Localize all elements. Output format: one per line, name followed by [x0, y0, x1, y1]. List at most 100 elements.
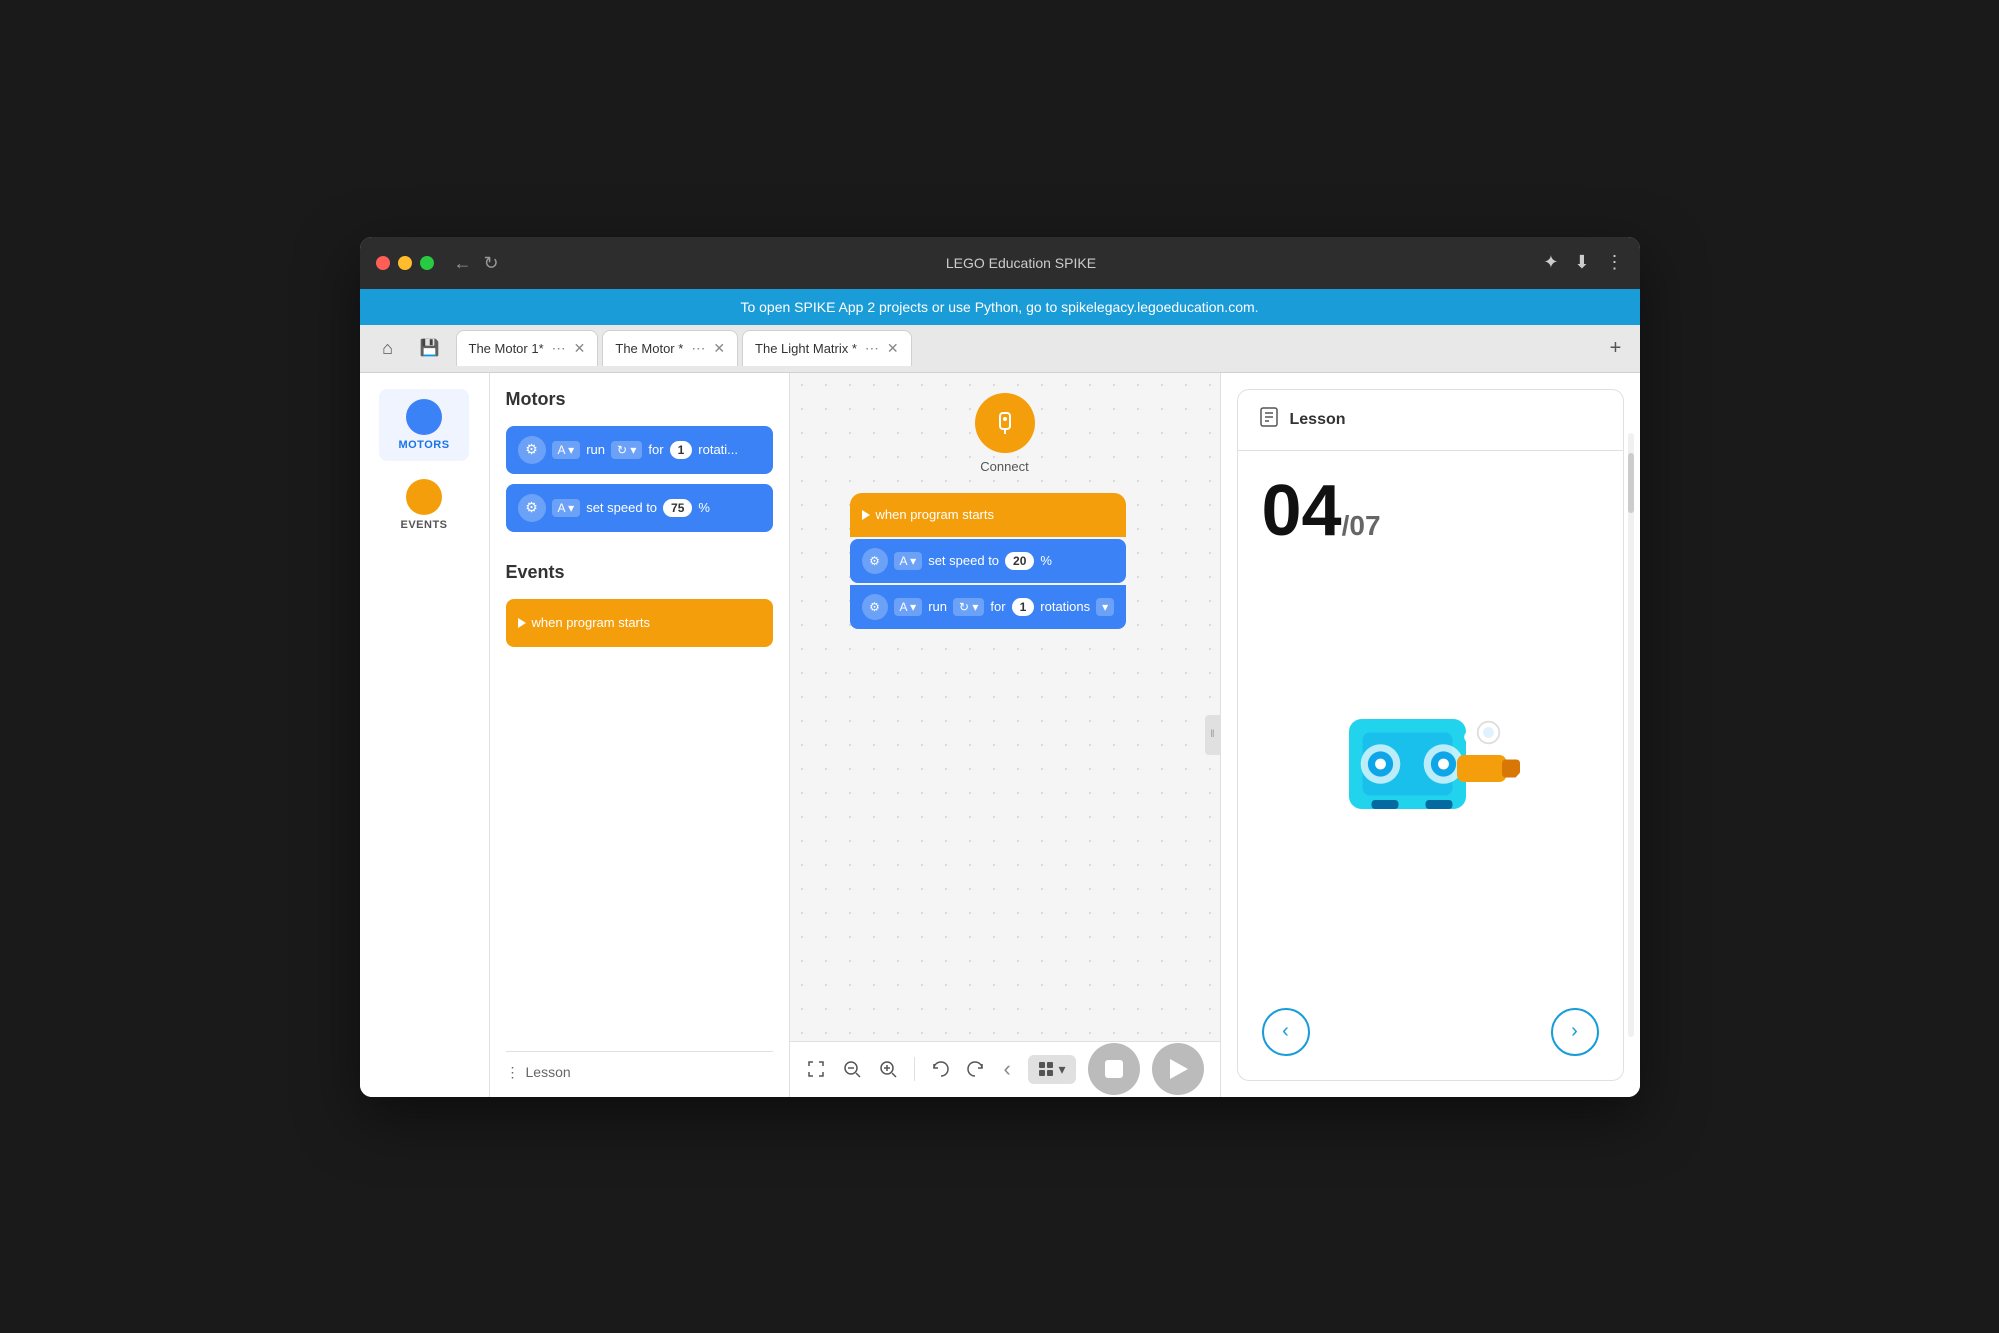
lesson-page-info: 04/07: [1262, 475, 1599, 547]
play-button[interactable]: [1152, 1043, 1204, 1095]
lesson-header: Lesson: [1238, 390, 1623, 451]
main-content: MOTORS EVENTS Motors ⚙ A ▾ run ↻ ▾ for 1…: [360, 373, 1640, 1097]
canvas-speed-icon: ⚙: [862, 548, 888, 574]
minimize-button[interactable]: [398, 256, 412, 270]
canvas-set-speed-block[interactable]: ⚙ A ▾ set speed to 20 %: [850, 539, 1127, 583]
canvas-speed-value[interactable]: 20: [1005, 552, 1034, 570]
lesson-title: Lesson: [1290, 411, 1346, 429]
lesson-content: 04/07: [1238, 451, 1623, 1080]
puzzle-icon[interactable]: ✦: [1543, 252, 1558, 273]
tab-motor-close[interactable]: ✕: [713, 340, 725, 357]
sidebar: MOTORS EVENTS: [360, 373, 490, 1097]
download-icon[interactable]: ⬇: [1574, 252, 1589, 273]
maximize-button[interactable]: [420, 256, 434, 270]
tab-lightmatrix[interactable]: The Light Matrix * ⋯ ✕: [742, 330, 912, 366]
chevron-left-icon: ‹: [1282, 1020, 1289, 1043]
code-block-group: when program starts ⚙ A ▾ set speed to 2…: [850, 493, 1127, 629]
home-tab-button[interactable]: ⌂: [368, 330, 408, 366]
play-triangle-icon: [518, 618, 526, 628]
lesson-next-button[interactable]: ›: [1551, 1008, 1599, 1056]
motor-run-icon: ⚙: [518, 436, 546, 464]
canvas-run-port-dropdown[interactable]: A ▾: [894, 598, 923, 616]
info-banner: To open SPIKE App 2 projects or use Pyth…: [360, 289, 1640, 325]
canvas-unit-dropdown[interactable]: ▾: [1096, 598, 1114, 616]
tab-lightmatrix-menu[interactable]: ⋯: [865, 340, 879, 357]
connect-button[interactable]: Connect: [975, 393, 1035, 474]
tabbar: ⌂ 💾 The Motor 1* ⋯ ✕ The Motor * ⋯ ✕ The…: [360, 325, 1640, 373]
tab-motor1-menu[interactable]: ⋯: [552, 340, 566, 357]
motor-speed-port-dropdown[interactable]: A ▾: [552, 499, 581, 517]
nav-buttons: ← ↻: [454, 254, 499, 272]
canvas-run-block[interactable]: ⚙ A ▾ run ↻ ▾ for 1 rotations ▾: [850, 585, 1127, 629]
back-button[interactable]: ‹: [1002, 1051, 1013, 1087]
lesson-robot-image: [1300, 683, 1560, 863]
lesson-header-icon: [1258, 406, 1280, 434]
canvas-play-icon: [862, 510, 870, 520]
canvas-rotations-label: rotations: [1040, 599, 1090, 614]
menu-icon[interactable]: ⋮: [1606, 252, 1624, 273]
canvas-when-starts-block[interactable]: when program starts: [850, 493, 1127, 537]
lesson-prev-button[interactable]: ‹: [1262, 1008, 1310, 1056]
undo-button[interactable]: [930, 1051, 950, 1087]
grid-chevron-icon: ▾: [1058, 1061, 1065, 1078]
lesson-footer[interactable]: ⋮ Lesson: [506, 1051, 773, 1081]
tab-motor1[interactable]: The Motor 1* ⋯ ✕: [456, 330, 599, 366]
sidebar-item-motors[interactable]: MOTORS: [379, 389, 469, 461]
motor-speed-icon: ⚙: [518, 494, 546, 522]
zoom-in-button[interactable]: [878, 1051, 898, 1087]
motor-run-block[interactable]: ⚙ A ▾ run ↻ ▾ for 1 rotati...: [506, 426, 773, 474]
close-button[interactable]: [376, 256, 390, 270]
scrollbar-thumb[interactable]: [1628, 453, 1634, 513]
canvas-content[interactable]: Connect when program starts ⚙ A ▾: [790, 373, 1220, 1041]
reload-button[interactable]: ↻: [484, 254, 499, 272]
motor-speed-value[interactable]: 75: [663, 499, 692, 517]
when-program-starts-block[interactable]: when program starts: [506, 599, 773, 647]
motor-direction-dropdown[interactable]: ↻ ▾: [611, 441, 642, 459]
tab-motor[interactable]: The Motor * ⋯ ✕: [602, 330, 738, 366]
back-nav-button[interactable]: ←: [454, 254, 472, 272]
sidebar-item-events[interactable]: EVENTS: [379, 469, 469, 541]
canvas-run-dir-dropdown[interactable]: ↻ ▾: [953, 598, 984, 616]
traffic-lights: [376, 256, 434, 270]
when-starts-label: when program starts: [532, 615, 651, 630]
grid-view-button[interactable]: ▾: [1028, 1055, 1075, 1084]
tab-motor-menu[interactable]: ⋯: [691, 340, 705, 357]
motor-run-value[interactable]: 1: [670, 441, 693, 459]
titlebar: ← ↻ LEGO Education SPIKE ✦ ⬇ ⋮: [360, 237, 1640, 289]
fit-screen-button[interactable]: [806, 1051, 826, 1087]
app-window: ← ↻ LEGO Education SPIKE ✦ ⬇ ⋮ To open S…: [360, 237, 1640, 1097]
title-actions: ✦ ⬇ ⋮: [1543, 252, 1623, 273]
connect-icon-circle: [975, 393, 1035, 453]
tab-lightmatrix-close[interactable]: ✕: [887, 340, 899, 357]
connect-label: Connect: [980, 459, 1028, 474]
canvas-speed-port-dropdown[interactable]: A ▾: [894, 552, 923, 570]
lesson-page-current: 04: [1262, 471, 1342, 551]
lesson-image-area: [1262, 547, 1599, 1000]
events-section-title: Events: [506, 562, 773, 583]
tab-lightmatrix-label: The Light Matrix *: [755, 341, 857, 356]
collapse-panel-button[interactable]: ‖: [1205, 715, 1221, 755]
canvas-run-value[interactable]: 1: [1012, 598, 1035, 616]
redo-button[interactable]: [966, 1051, 986, 1087]
events-label: EVENTS: [400, 519, 447, 531]
tab-motor1-close[interactable]: ✕: [574, 340, 586, 357]
lesson-page-total: /07: [1342, 510, 1381, 541]
stop-icon: [1105, 1060, 1123, 1078]
canvas-run-icon: ⚙: [862, 594, 888, 620]
motor-port-dropdown[interactable]: A ▾: [552, 441, 581, 459]
canvas-when-starts-label: when program starts: [876, 507, 995, 522]
events-dot: [406, 479, 442, 515]
save-button[interactable]: 💾: [412, 330, 448, 366]
play-icon: [1170, 1059, 1188, 1079]
add-tab-button[interactable]: +: [1600, 332, 1632, 364]
lesson-nav: ‹ ›: [1262, 1000, 1599, 1064]
stop-button[interactable]: [1088, 1043, 1140, 1095]
motors-dot: [406, 399, 442, 435]
toolbar-right: ▾: [1028, 1043, 1203, 1095]
window-title: LEGO Education SPIKE: [499, 255, 1544, 271]
zoom-out-button[interactable]: [842, 1051, 862, 1087]
canvas-code-blocks: when program starts ⚙ A ▾ set speed to 2…: [850, 493, 1127, 629]
motor-speed-block[interactable]: ⚙ A ▾ set speed to 75 %: [506, 484, 773, 532]
canvas-area: Connect when program starts ⚙ A ▾: [790, 373, 1220, 1097]
motors-section-title: Motors: [506, 389, 773, 410]
